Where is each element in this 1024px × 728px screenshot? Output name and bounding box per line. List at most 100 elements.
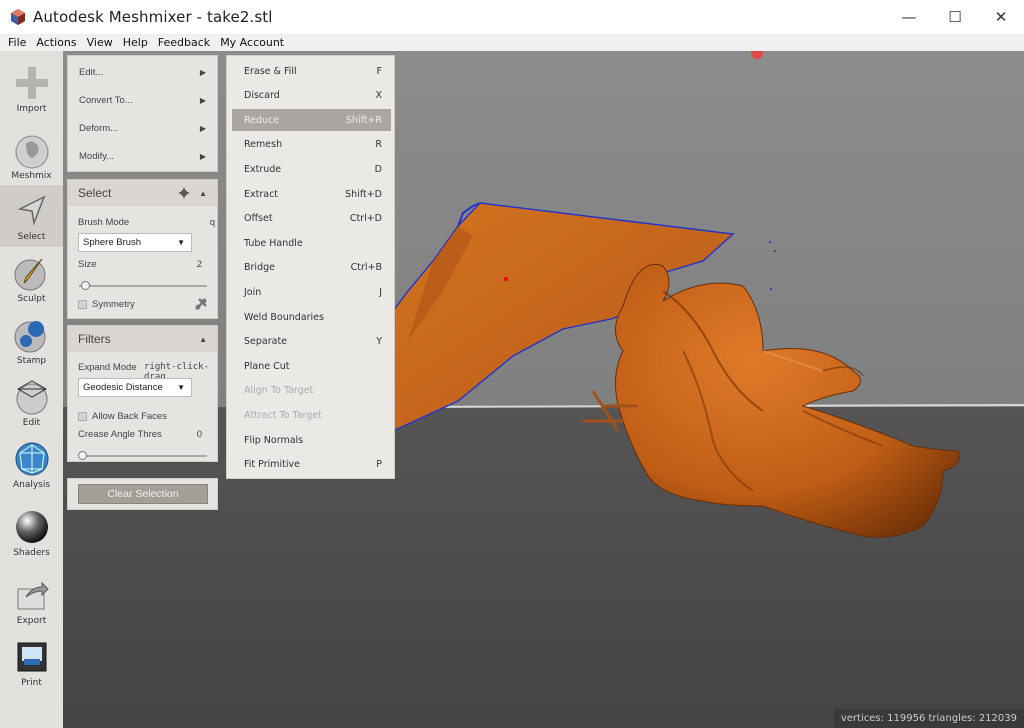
title-bar: Autodesk Meshmixer - take2.stl — ☐ ✕	[0, 0, 1024, 34]
submenu-item-separate[interactable]: Separate Y	[232, 331, 391, 353]
tool-sculpt[interactable]: Sculpt	[0, 247, 63, 309]
menu-my-account[interactable]: My Account	[215, 36, 289, 49]
tool-shaders[interactable]: Shaders	[0, 501, 63, 563]
tool-label: Sculpt	[17, 294, 46, 304]
chevron-down-icon: ▼	[177, 383, 185, 392]
action-convert-to[interactable]: Convert To... ▶	[68, 86, 217, 114]
action-deform[interactable]: Deform... ▶	[68, 114, 217, 142]
submenu-item-extract[interactable]: Extract Shift+D	[232, 183, 391, 205]
tool-stamp[interactable]: Stamp	[0, 309, 63, 371]
size-slider-knob[interactable]	[81, 281, 90, 290]
submenu-item-label: Reduce	[244, 114, 280, 126]
tool-select[interactable]: Select	[0, 185, 63, 247]
menu-view[interactable]: View	[82, 36, 118, 49]
submenu-item-erase-fill[interactable]: Erase & Fill F	[232, 60, 391, 82]
clear-selection-button[interactable]: Clear Selection	[78, 484, 208, 504]
submenu-item-shortcut: Ctrl+B	[350, 262, 382, 274]
submenu-item-shortcut: Ctrl+D	[349, 213, 382, 225]
brush-mode-hotkey: q	[209, 217, 215, 228]
submenu-arrow-icon: ▶	[199, 151, 206, 161]
submenu-item-shortcut: Shift+D	[345, 188, 382, 200]
tool-edit[interactable]: Edit	[0, 371, 63, 433]
submenu-item-flip-normals[interactable]: Flip Normals	[232, 429, 391, 451]
tool-label: Analysis	[12, 480, 51, 490]
submenu-item-extrude[interactable]: Extrude D	[232, 158, 391, 180]
size-slider-track[interactable]	[79, 285, 207, 287]
printer-icon	[17, 642, 46, 672]
submenu-item-shortcut: P	[376, 459, 382, 471]
submenu-item-join[interactable]: Join J	[232, 281, 391, 303]
action-label: Modify...	[79, 150, 115, 162]
edit-submenu: Erase & Fill F Discard X Reduce Shift+R Remesh…	[226, 55, 395, 479]
action-label: Edit...	[79, 66, 104, 78]
action-modify[interactable]: Modify... ▶	[68, 142, 217, 170]
submenu-item-label: Extract	[244, 188, 279, 200]
tool-label: Edit	[22, 418, 41, 428]
tool-print[interactable]: Print	[0, 631, 63, 693]
submenu-item-label: Remesh	[244, 139, 283, 151]
tool-meshmix[interactable]: Meshmix	[0, 124, 63, 186]
submenu-item-label: Attract To Target	[244, 409, 322, 421]
menu-file[interactable]: File	[3, 36, 31, 49]
wrench-icon[interactable]	[194, 297, 208, 311]
submenu-item-tube-handle[interactable]: Tube Handle	[232, 232, 391, 254]
crease-angle-label: Crease Angle Thres	[78, 429, 162, 440]
brush-mode-select[interactable]: Sphere Brush ▼	[78, 233, 192, 252]
menu-feedback[interactable]: Feedback	[153, 36, 215, 49]
submenu-item-label: Tube Handle	[244, 237, 303, 249]
submenu-item-plane-cut[interactable]: Plane Cut	[232, 355, 391, 377]
expand-mode-label: Expand Mode	[78, 362, 137, 373]
submenu-item-discard[interactable]: Discard X	[232, 85, 391, 107]
distance-mode-value: Geodesic Distance	[83, 382, 163, 393]
submenu-arrow-icon: ▶	[199, 123, 206, 133]
submenu-item-label: Bridge	[244, 262, 275, 274]
submenu-item-label: Weld Boundaries	[244, 311, 324, 323]
left-toolbar: Import Meshmix Select Sculpt Stamp Edit …	[0, 51, 63, 728]
allow-back-faces-label: Allow Back Faces	[92, 411, 167, 422]
submenu-arrow-icon: ▶	[199, 67, 206, 77]
stamp-icon	[14, 321, 45, 353]
minimize-button[interactable]: —	[886, 0, 932, 34]
allow-back-faces-checkbox[interactable]	[78, 412, 87, 421]
tool-label: Export	[16, 616, 47, 626]
tool-export[interactable]: Export	[0, 569, 63, 631]
select-panel-header[interactable]: Select ▲	[68, 180, 217, 206]
submenu-item-label: Discard	[244, 90, 280, 102]
submenu-item-fit-primitive[interactable]: Fit Primitive P	[232, 454, 391, 476]
submenu-item-weld-boundaries[interactable]: Weld Boundaries	[232, 306, 391, 328]
action-label: Convert To...	[79, 94, 133, 106]
symmetry-label: Symmetry	[92, 299, 135, 310]
submenu-item-label: Plane Cut	[244, 360, 290, 372]
action-edit[interactable]: Edit... ▶	[68, 58, 217, 86]
filters-panel-header[interactable]: Filters ▲	[68, 326, 217, 352]
gear-icon[interactable]	[179, 188, 190, 198]
action-label: Deform...	[79, 122, 119, 134]
distance-mode-select[interactable]: Geodesic Distance ▼	[78, 378, 192, 397]
submenu-item-shortcut: F	[376, 65, 382, 77]
menu-actions[interactable]: Actions	[31, 36, 81, 49]
brush-icon	[14, 258, 45, 291]
crease-slider-knob[interactable]	[78, 451, 87, 460]
mesh-stats: vertices: 119956 triangles: 212039	[833, 709, 1024, 728]
filters-panel: Filters ▲ Expand Mode right-click-drag G…	[67, 325, 218, 462]
meshmixer-logo-icon	[11, 9, 25, 25]
maximize-button[interactable]: ☐	[932, 0, 978, 34]
submenu-item-reduce[interactable]: Reduce Shift+R	[232, 109, 391, 132]
menu-help[interactable]: Help	[118, 36, 153, 49]
submenu-item-offset[interactable]: Offset Ctrl+D	[232, 208, 391, 230]
submenu-item-label: Separate	[244, 336, 288, 348]
close-button[interactable]: ✕	[978, 0, 1024, 34]
submenu-item-bridge[interactable]: Bridge Ctrl+B	[232, 257, 391, 279]
tool-import[interactable]: Import	[0, 57, 63, 119]
collapse-icon[interactable]: ▲	[199, 189, 207, 198]
submenu-item-remesh[interactable]: Remesh R	[232, 134, 391, 156]
crease-slider-track[interactable]	[79, 455, 207, 457]
submenu-item-align-to-target: Align To Target	[232, 380, 391, 402]
menu-bar: File Actions View Help Feedback My Accou…	[0, 34, 1024, 51]
tool-analysis[interactable]: Analysis	[0, 433, 63, 495]
tool-label: Print	[21, 678, 42, 688]
actions-panel: Edit... ▶ Convert To... ▶ Deform... ▶ Mo…	[67, 55, 218, 172]
symmetry-checkbox[interactable]	[78, 300, 87, 309]
sphere-icon	[15, 511, 48, 543]
collapse-icon[interactable]: ▲	[199, 335, 207, 344]
